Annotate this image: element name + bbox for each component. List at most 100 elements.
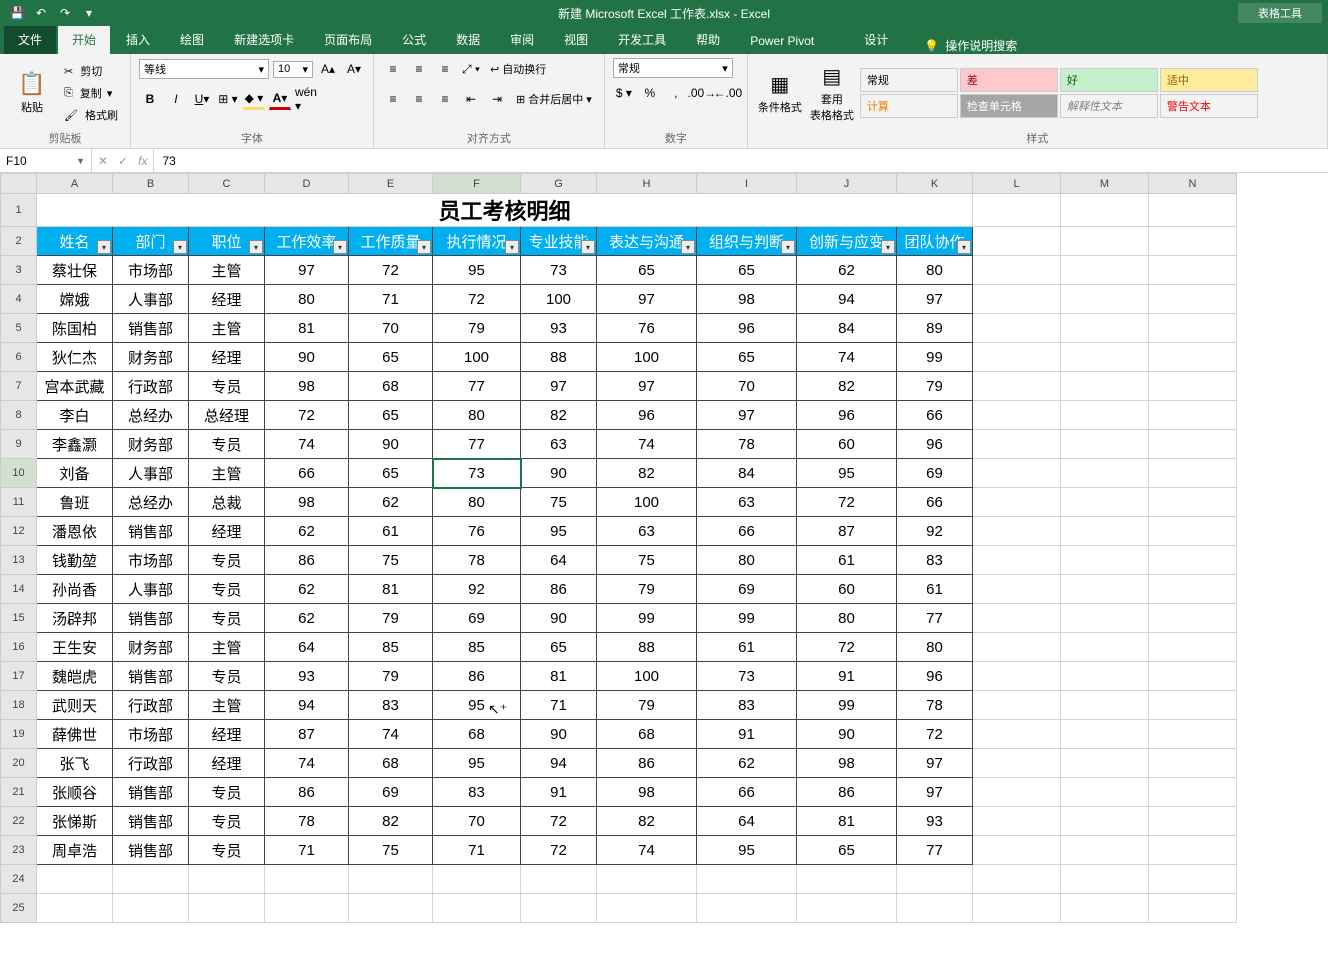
cell-J22[interactable]: 81 [797, 807, 897, 836]
cell-E17[interactable]: 79 [349, 662, 433, 691]
cell-F23[interactable]: 71 [433, 836, 521, 865]
cell-J15[interactable]: 80 [797, 604, 897, 633]
cell-I6[interactable]: 65 [697, 343, 797, 372]
cell-B14[interactable]: 人事部 [113, 575, 189, 604]
cell-K24[interactable] [897, 865, 973, 894]
col-header-I[interactable]: I [697, 174, 797, 194]
cell-C18[interactable]: 主管 [189, 691, 265, 720]
tab-file[interactable]: 文件 [4, 25, 56, 54]
cell-J10[interactable]: 95 [797, 459, 897, 488]
cell-C15[interactable]: 专员 [189, 604, 265, 633]
cell-G20[interactable]: 94 [521, 749, 597, 778]
cell-B9[interactable]: 财务部 [113, 430, 189, 459]
cell-J13[interactable]: 61 [797, 546, 897, 575]
cell-D19[interactable]: 87 [265, 720, 349, 749]
cell-F4[interactable]: 72 [433, 285, 521, 314]
cell-I11[interactable]: 63 [697, 488, 797, 517]
cell-D17[interactable]: 93 [265, 662, 349, 691]
cell-E11[interactable]: 62 [349, 488, 433, 517]
cell-F19[interactable]: 68 [433, 720, 521, 749]
cell-A4[interactable]: 嫦娥 [37, 285, 113, 314]
tab-pivot[interactable]: Power Pivot [736, 28, 828, 54]
cell-E21[interactable]: 69 [349, 778, 433, 807]
spreadsheet-grid[interactable]: ABCDEFGHIJKLMN1员工考核明细2姓名▾部门▾职位▾工作效率▾工作质量… [0, 173, 1328, 980]
cell-A3[interactable]: 蔡壮保 [37, 256, 113, 285]
cell-B2[interactable]: 部门▾ [113, 227, 189, 256]
cell-A16[interactable]: 王生安 [37, 633, 113, 662]
cell-J23[interactable]: 65 [797, 836, 897, 865]
cell-M14[interactable] [1061, 575, 1149, 604]
tab-data[interactable]: 数据 [442, 25, 494, 54]
col-header-G[interactable]: G [521, 174, 597, 194]
cell-F9[interactable]: 77 [433, 430, 521, 459]
cell-H4[interactable]: 97 [597, 285, 697, 314]
cell-H9[interactable]: 74 [597, 430, 697, 459]
cell-C8[interactable]: 总经理 [189, 401, 265, 430]
cell-C14[interactable]: 专员 [189, 575, 265, 604]
cell-K15[interactable]: 77 [897, 604, 973, 633]
italic-button[interactable]: I [165, 88, 187, 110]
cell-K7[interactable]: 79 [897, 372, 973, 401]
number-format-select[interactable]: 常规▾ [613, 58, 733, 78]
cell-B17[interactable]: 销售部 [113, 662, 189, 691]
cell-K16[interactable]: 80 [897, 633, 973, 662]
cell-D22[interactable]: 78 [265, 807, 349, 836]
cell-J12[interactable]: 87 [797, 517, 897, 546]
cell-B3[interactable]: 市场部 [113, 256, 189, 285]
tab-review[interactable]: 审阅 [496, 25, 548, 54]
cell-J16[interactable]: 72 [797, 633, 897, 662]
cell-G17[interactable]: 81 [521, 662, 597, 691]
tab-dev[interactable]: 开发工具 [604, 25, 680, 54]
col-header-H[interactable]: H [597, 174, 697, 194]
cell-B6[interactable]: 财务部 [113, 343, 189, 372]
align-top-icon[interactable]: ≡ [382, 58, 404, 80]
name-box-dropdown-icon[interactable]: ▼ [76, 156, 85, 166]
cell-K21[interactable]: 97 [897, 778, 973, 807]
cell-L22[interactable] [973, 807, 1061, 836]
cell-D14[interactable]: 62 [265, 575, 349, 604]
cell-G15[interactable]: 90 [521, 604, 597, 633]
cell-E7[interactable]: 68 [349, 372, 433, 401]
cell-B5[interactable]: 销售部 [113, 314, 189, 343]
cell-K11[interactable]: 66 [897, 488, 973, 517]
cell-N21[interactable] [1149, 778, 1237, 807]
row-header-13[interactable]: 13 [1, 546, 37, 575]
cell-D3[interactable]: 97 [265, 256, 349, 285]
cell-H2[interactable]: 表达与沟通▾ [597, 227, 697, 256]
cell-C4[interactable]: 经理 [189, 285, 265, 314]
cell-C3[interactable]: 主管 [189, 256, 265, 285]
cell-F3[interactable]: 95 [433, 256, 521, 285]
cell-N24[interactable] [1149, 865, 1237, 894]
cell-F21[interactable]: 83 [433, 778, 521, 807]
style-normal[interactable]: 常规 [860, 68, 958, 92]
col-header-F[interactable]: F [433, 174, 521, 194]
cell-D2[interactable]: 工作效率▾ [265, 227, 349, 256]
cell-K23[interactable]: 77 [897, 836, 973, 865]
cell-C23[interactable]: 专员 [189, 836, 265, 865]
cell-C13[interactable]: 专员 [189, 546, 265, 575]
row-header-3[interactable]: 3 [1, 256, 37, 285]
font-color-button[interactable]: A ▾ [269, 88, 291, 110]
cell-N7[interactable] [1149, 372, 1237, 401]
row-header-19[interactable]: 19 [1, 720, 37, 749]
cell-B21[interactable]: 销售部 [113, 778, 189, 807]
style-calc[interactable]: 计算 [860, 94, 958, 118]
filter-icon[interactable]: ▾ [249, 240, 263, 254]
percent-icon[interactable]: % [639, 82, 661, 104]
cell-M18[interactable] [1061, 691, 1149, 720]
cell-I3[interactable]: 65 [697, 256, 797, 285]
enter-icon[interactable]: ✓ [118, 154, 128, 168]
cell-L21[interactable] [973, 778, 1061, 807]
cell-N14[interactable] [1149, 575, 1237, 604]
cell-H11[interactable]: 100 [597, 488, 697, 517]
row-header-5[interactable]: 5 [1, 314, 37, 343]
cell-L13[interactable] [973, 546, 1061, 575]
select-all-corner[interactable] [1, 174, 37, 194]
cell-B10[interactable]: 人事部 [113, 459, 189, 488]
cell-K10[interactable]: 69 [897, 459, 973, 488]
row-header-1[interactable]: 1 [1, 194, 37, 227]
cell-B23[interactable]: 销售部 [113, 836, 189, 865]
cell-A1[interactable]: 员工考核明细 [37, 194, 973, 227]
cell-I20[interactable]: 62 [697, 749, 797, 778]
cell-D23[interactable]: 71 [265, 836, 349, 865]
